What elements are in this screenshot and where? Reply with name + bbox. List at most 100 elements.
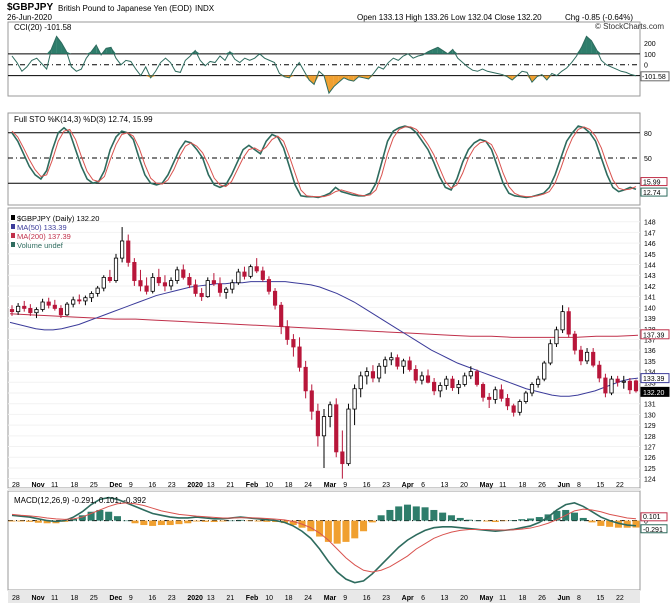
sto-k-label: 12.74 (643, 190, 661, 197)
candle-body (52, 304, 57, 309)
macd-hist-bar (184, 520, 192, 524)
price-tick-label: 128 (644, 434, 656, 441)
macd-hist-bar (316, 520, 324, 537)
copyright: © StockCharts.com (594, 22, 664, 31)
x-tick-label: Jun (558, 595, 570, 602)
candle-body (462, 375, 467, 385)
symbol: $GBPJPY (7, 2, 54, 13)
candle-body (303, 366, 308, 392)
candle-body (468, 371, 473, 377)
candle-body (328, 404, 333, 417)
candle-body (401, 360, 406, 367)
candle-body (603, 377, 608, 394)
macd-hist-bar (570, 512, 578, 521)
candle-body (493, 389, 498, 400)
macd-hist-bar (412, 506, 420, 521)
macd-hist-bar (491, 520, 499, 523)
candle-body (28, 308, 33, 314)
candle-body (230, 282, 235, 290)
x-tick-label: 18 (519, 482, 527, 489)
price-tick-label: 143 (644, 273, 656, 280)
x-tick-label: 25 (90, 482, 98, 489)
macd-value-label: -0.291 (643, 527, 663, 534)
legend-entry: MA(200) 137.39 (17, 232, 71, 241)
candle-body (242, 271, 247, 277)
macd-hist-bar (131, 520, 139, 524)
candle-body (432, 381, 437, 392)
chart-canvas: 2001000-100-101.58CCI(20) -101.58 805020… (7, 21, 670, 603)
macd-hist-bar (342, 520, 350, 542)
x-tick-label: 18 (70, 595, 78, 602)
x-tick-label: 15 (597, 482, 605, 489)
macd-hist-bar (149, 520, 157, 526)
candle-body (315, 410, 320, 437)
candle-body (517, 401, 522, 413)
panel-frame (7, 21, 641, 97)
macd-hist-bar (96, 509, 104, 521)
candle-body (248, 266, 253, 277)
candle-body (236, 271, 241, 284)
candle-body (16, 305, 21, 313)
candle-body (499, 389, 504, 399)
macd-hist-bar (245, 520, 253, 522)
legend-swatch (11, 224, 15, 229)
x-tick-label: 11 (51, 595, 58, 602)
x-tick-label: 9 (129, 595, 133, 602)
candle-body (297, 346, 302, 368)
candle-body (156, 276, 161, 284)
candle-body (107, 276, 112, 281)
x-tick-label: Nov (31, 482, 44, 489)
x-tick-label: 8 (577, 482, 581, 489)
x-tick-label: 13 (441, 482, 449, 489)
macd-hist-bar (175, 520, 183, 525)
candle-body (285, 326, 290, 340)
macd-hist-bar (395, 506, 403, 521)
sto-tick-label: 80 (644, 131, 652, 138)
candle-body (542, 362, 547, 380)
x-tick-label: 26 (538, 595, 546, 602)
macd-hist-bar (377, 515, 385, 521)
candle-body (211, 280, 216, 285)
price-tick-label: 148 (644, 220, 656, 227)
x-tick-label: 28 (12, 595, 20, 602)
x-tick-label: 28 (12, 482, 20, 489)
x-tick-label: 11 (499, 595, 506, 602)
macd-hist-bar (34, 520, 42, 523)
x-tick-label: 16 (363, 595, 371, 602)
cci-tick-label: 100 (644, 52, 656, 59)
candle-body (113, 257, 119, 281)
sto-title: Full STO %K(14,3) %D(3) 12.74, 15.99 (14, 115, 153, 124)
price-tick-label: 145 (644, 252, 656, 259)
cci-last-label: -101.58 (642, 74, 666, 81)
x-tick-label: 25 (90, 595, 98, 602)
candle-body (383, 359, 388, 367)
price-tick-label: 126 (644, 455, 656, 462)
candle-body (627, 380, 632, 391)
candle-body (138, 280, 143, 287)
macd-hist-bar (386, 509, 394, 521)
candle-body (77, 299, 82, 302)
cci-title: CCI(20) -101.58 (14, 23, 72, 32)
x-tick-label: Apr (402, 482, 414, 489)
chart-header: $GBPJPY British Pound to Japanese Yen (E… (0, 0, 670, 22)
x-tick-label: May (480, 595, 494, 602)
price-tick-label: 147 (644, 230, 656, 237)
x-tick-label: Dec (109, 595, 122, 602)
x-tick-label: 15 (597, 595, 605, 602)
candle-body (309, 390, 314, 412)
candle-body (346, 408, 351, 465)
macd-hist-bar (113, 516, 121, 521)
macd-hist-bar (403, 504, 412, 521)
x-tick-label: Apr (402, 595, 414, 602)
cci-tick-label: 200 (644, 41, 656, 48)
candle-body (272, 290, 278, 306)
instrument-name: British Pound to Japanese Yen (EOD) (58, 4, 192, 13)
price-tick-label: 139 (644, 316, 656, 323)
macd-hist-bar (193, 520, 201, 522)
sto-d-label: 15.99 (643, 180, 661, 187)
x-tick-label: 13 (441, 595, 449, 602)
price-tick-label: 142 (644, 284, 656, 291)
candle-body (560, 311, 565, 331)
x-tick-label: Mar (324, 595, 337, 602)
candle-body (193, 284, 198, 294)
